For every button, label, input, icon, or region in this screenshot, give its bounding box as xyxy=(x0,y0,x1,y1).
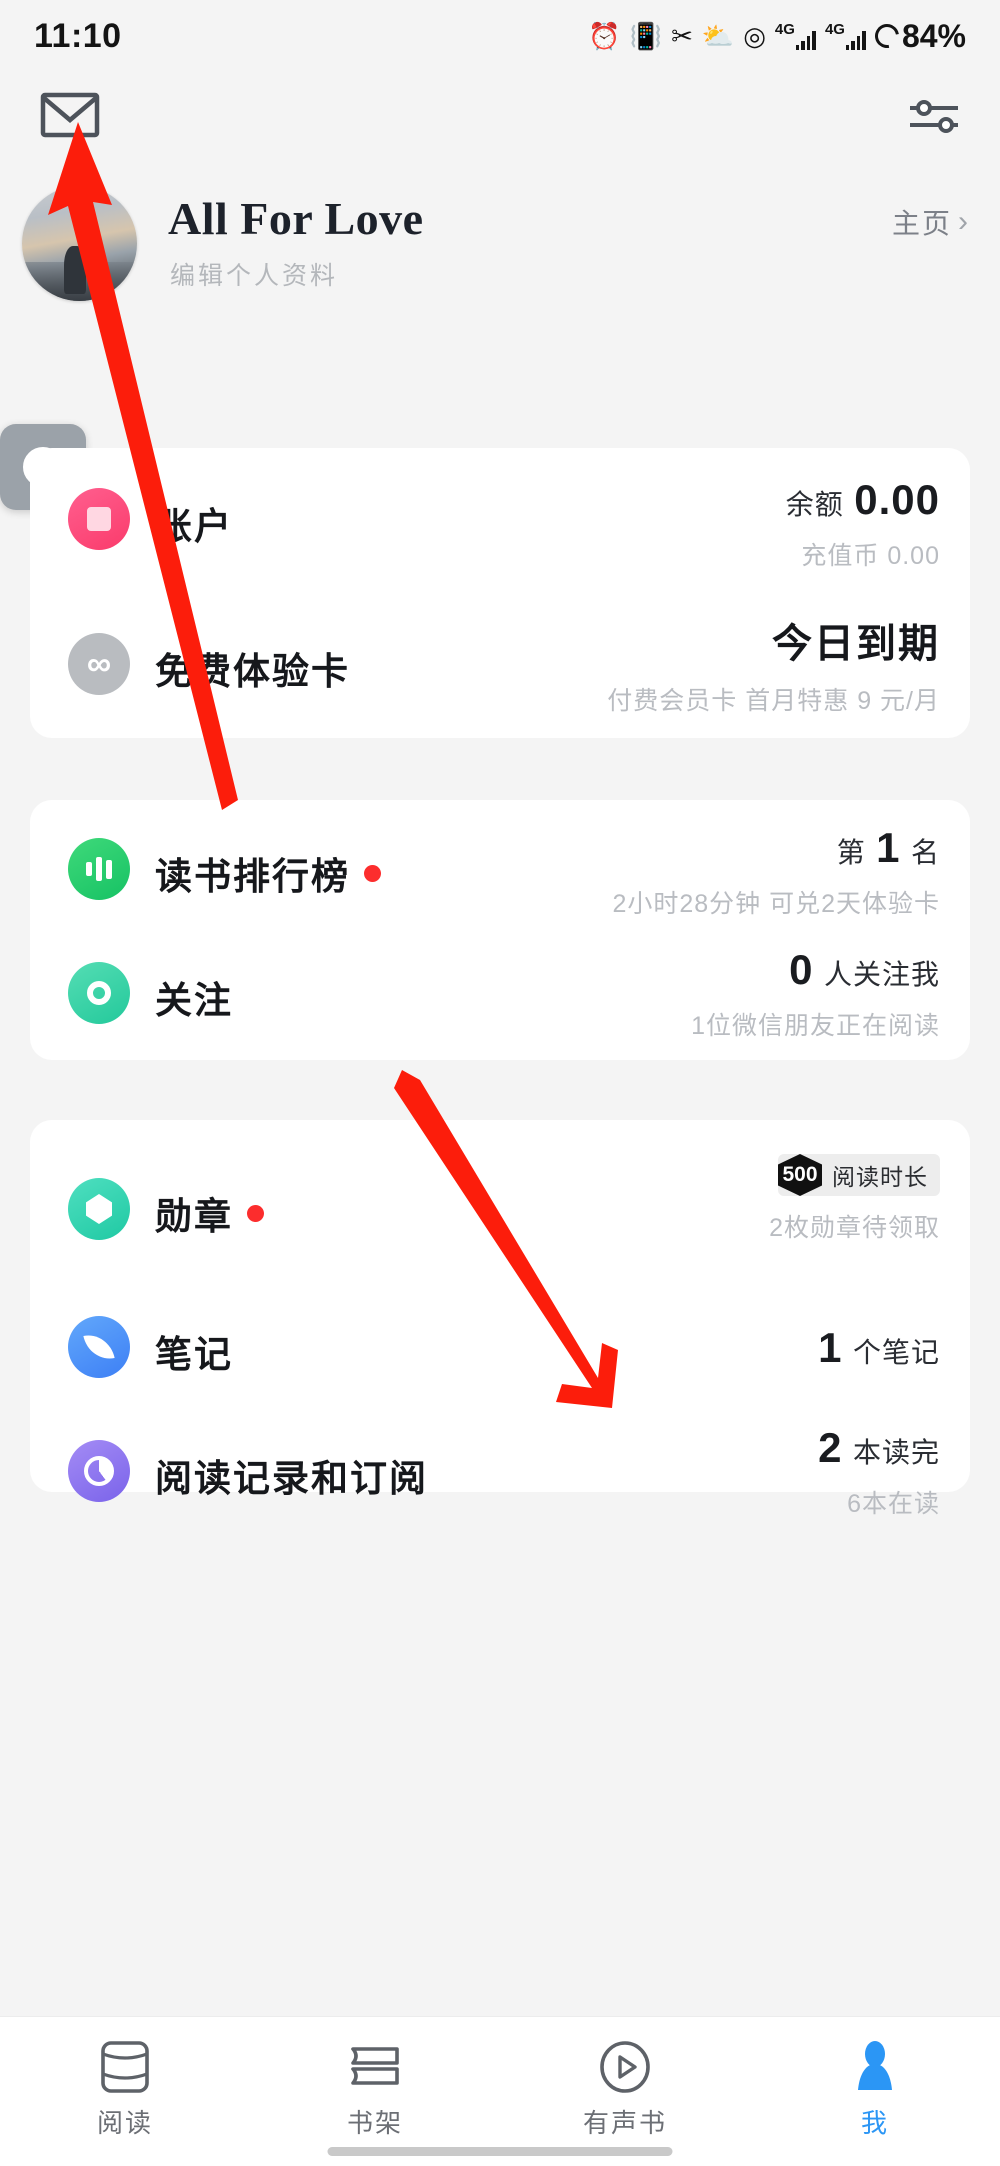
alarm-icon: ⏰ xyxy=(588,21,621,51)
mail-envelope-icon[interactable] xyxy=(40,92,100,138)
signal-4g-1-icon: 4G xyxy=(775,22,816,50)
battery-ring-icon xyxy=(870,19,904,53)
bottom-navigation: 阅读 书架 有声书 我 xyxy=(0,2016,1000,2166)
notification-dot-medals xyxy=(247,1204,264,1222)
followers-count: 0 xyxy=(789,946,814,993)
medal-hex-icon xyxy=(68,1178,130,1240)
feather-pen-icon xyxy=(68,1316,130,1378)
reading-card: 读书排行榜 第 1 名 2小时28分钟 可兑2天体验卡 关注 0 人关注我 1位… xyxy=(30,800,970,1060)
rank-number: 1 xyxy=(876,824,901,871)
profile-header[interactable]: All For Love 编辑个人资料 主页 › xyxy=(0,186,1000,301)
medals-pending-note: 2枚勋章待领取 xyxy=(769,1214,940,1242)
tab-me-label: 我 xyxy=(860,2108,889,2138)
signal-bars-1 xyxy=(795,28,816,50)
tab-bookshelf-label: 书架 xyxy=(346,2108,403,2138)
row-notes-value: 1 个笔记 xyxy=(818,1324,940,1372)
balance-value: 0.00 xyxy=(854,476,940,523)
notes-suffix: 个笔记 xyxy=(852,1337,940,1368)
membership-promo: 付费会员卡 首月特惠 9 元/月 xyxy=(607,687,940,715)
books-finished-suffix: 本读完 xyxy=(852,1437,940,1468)
clock-progress-icon xyxy=(68,1440,130,1502)
signal-bars-2 xyxy=(845,28,866,50)
row-medals-value: 500 阅读时长 2枚勋章待领取 xyxy=(769,1154,940,1244)
row-follow-label: 关注 xyxy=(155,980,233,1021)
edit-profile-link[interactable]: 编辑个人资料 xyxy=(170,256,338,292)
bar-chart-icon xyxy=(68,838,130,900)
battery-indicator: 84% xyxy=(870,17,966,55)
weather-icon: ⛅ xyxy=(701,21,735,51)
account-card: 账户 余额 0.00 充值币 0.00 ∞ 免费体验卡 今日到期 付费会员卡 首… xyxy=(30,448,970,738)
person-icon xyxy=(850,2039,900,2095)
row-free-trial[interactable]: ∞ 免费体验卡 今日到期 付费会员卡 首月特惠 9 元/月 xyxy=(30,622,970,715)
status-bar: 11:10 ⏰ 📳 ✂ ⛅ ◎ 4G 4G 84% xyxy=(0,0,1000,72)
tab-audiobook-label: 有声书 xyxy=(582,2108,667,2138)
bookshelf-icon xyxy=(347,2039,403,2095)
rank-suffix: 名 xyxy=(910,837,940,868)
row-history[interactable]: 阅读记录和订阅 2 本读完 6本在读 xyxy=(30,1424,970,1518)
notification-dot-rank xyxy=(364,864,381,882)
rank-prefix: 第 xyxy=(836,837,866,868)
friends-reading-note: 1位微信朋友正在阅读 xyxy=(691,1012,940,1040)
row-free-trial-label: 免费体验卡 xyxy=(155,651,350,692)
battery-percent: 84% xyxy=(901,17,966,54)
notes-count: 1 xyxy=(818,1324,843,1371)
wallet-card-icon xyxy=(68,488,130,550)
row-account-value: 余额 0.00 充值币 0.00 xyxy=(786,476,940,572)
vibrate-icon: 📳 xyxy=(629,21,663,51)
coins-value: 0.00 xyxy=(887,542,940,570)
row-account[interactable]: 账户 余额 0.00 充值币 0.00 xyxy=(30,476,970,570)
play-circle-icon xyxy=(598,2039,652,2095)
row-account-label: 账户 xyxy=(155,506,233,547)
books-reading-note: 6本在读 xyxy=(847,1490,940,1518)
row-notes-label: 笔记 xyxy=(155,1334,233,1375)
homepage-label: 主页 xyxy=(891,208,952,239)
avatar[interactable] xyxy=(22,186,137,301)
activity-card: 勋章 500 阅读时长 2枚勋章待领取 笔记 1 个笔记 阅读记录和订阅 2 本… xyxy=(30,1120,970,1518)
tab-reading-label: 阅读 xyxy=(96,2108,153,2138)
network-type-label-2: 4G xyxy=(824,21,845,38)
medal-badge: 500 阅读时长 xyxy=(778,1154,940,1196)
row-medals-label: 勋章 xyxy=(155,1186,264,1240)
medals-text: 勋章 xyxy=(155,1196,233,1237)
medal-badge-number: 500 xyxy=(778,1154,822,1196)
row-notes[interactable]: 笔记 1 个笔记 xyxy=(30,1316,970,1378)
trial-expiry: 今日到期 xyxy=(772,622,940,666)
scissors-icon: ✂ xyxy=(671,21,693,51)
coins-label: 充值币 xyxy=(801,542,880,570)
medal-badge-text: 阅读时长 xyxy=(832,1164,928,1190)
row-history-label: 阅读记录和订阅 xyxy=(155,1458,428,1499)
status-icons: ⏰ 📳 ✂ ⛅ ◎ 4G 4G 84% xyxy=(588,18,966,55)
tab-reading[interactable]: 阅读 xyxy=(0,2017,250,2140)
tab-me[interactable]: 我 xyxy=(750,2017,1000,2140)
signal-4g-2-icon: 4G xyxy=(825,22,866,50)
reading-duration-note: 2小时28分钟 可兑2天体验卡 xyxy=(612,890,940,918)
row-reading-rank-label: 读书排行榜 xyxy=(155,846,381,900)
chevron-right-icon: › xyxy=(958,205,970,238)
row-reading-rank[interactable]: 读书排行榜 第 1 名 2小时28分钟 可兑2天体验卡 xyxy=(30,824,970,918)
book-open-icon xyxy=(99,2039,151,2095)
row-free-trial-value: 今日到期 付费会员卡 首月特惠 9 元/月 xyxy=(607,611,940,717)
books-finished-count: 2 xyxy=(818,1424,843,1471)
reading-rank-text: 读书排行榜 xyxy=(155,856,350,897)
top-action-bar xyxy=(0,92,1000,162)
followers-suffix: 人关注我 xyxy=(823,959,940,990)
homepage-link[interactable]: 主页 › xyxy=(892,202,970,242)
tab-bookshelf[interactable]: 书架 xyxy=(250,2017,500,2140)
eye-circle-icon xyxy=(68,962,130,1024)
page-title: All For Love xyxy=(168,193,424,244)
balance-label: 余额 xyxy=(785,489,844,520)
tab-audiobook[interactable]: 有声书 xyxy=(500,2017,750,2140)
status-time: 11:10 xyxy=(34,16,122,55)
row-follow[interactable]: 关注 0 人关注我 1位微信朋友正在阅读 xyxy=(30,946,970,1040)
row-follow-value: 0 人关注我 1位微信朋友正在阅读 xyxy=(691,946,940,1042)
home-indicator xyxy=(327,2147,673,2156)
location-icon: ◎ xyxy=(743,21,766,51)
row-reading-rank-value: 第 1 名 2小时28分钟 可兑2天体验卡 xyxy=(612,824,940,920)
app-screen: 11:10 ⏰ 📳 ✂ ⛅ ◎ 4G 4G 84% All For Love 编… xyxy=(0,0,1000,2166)
network-type-label-1: 4G xyxy=(774,21,795,38)
row-history-value: 2 本读完 6本在读 xyxy=(818,1424,940,1520)
row-medals[interactable]: 勋章 500 阅读时长 2枚勋章待领取 xyxy=(30,1154,970,1242)
infinity-icon: ∞ xyxy=(68,633,130,695)
sliders-settings-icon[interactable] xyxy=(906,94,962,138)
